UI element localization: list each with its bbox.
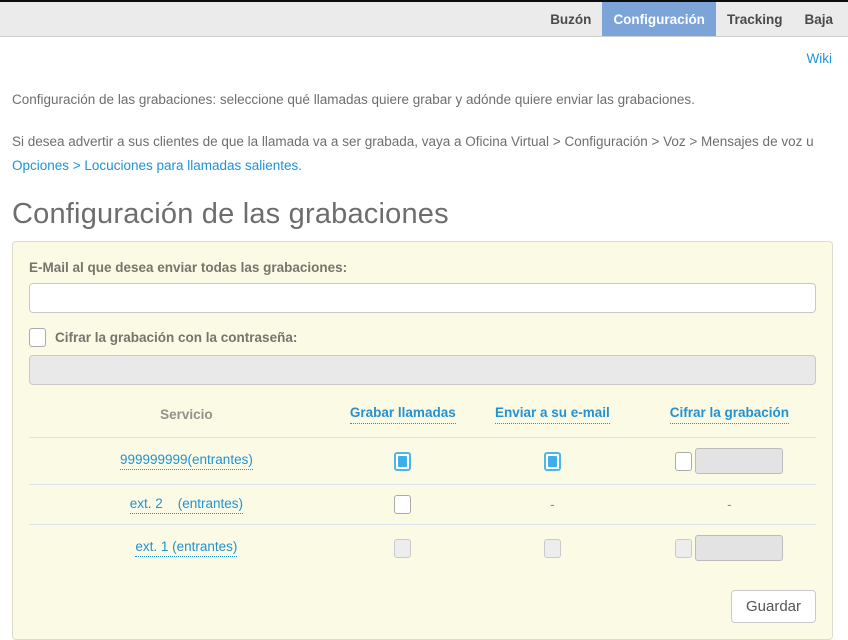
encrypt-password-input-row1: [695, 448, 783, 474]
header-grabar-llamadas[interactable]: Grabar llamadas: [344, 405, 462, 424]
record-checkbox-row3: [394, 539, 411, 558]
header-grabar-llamadas-label: Grabar llamadas: [350, 405, 456, 424]
encrypt-checkbox[interactable]: [29, 328, 46, 347]
password-input: [29, 355, 816, 385]
service-link-ext2[interactable]: ext. 2 (entrantes): [130, 496, 243, 514]
encrypt-dash-row2: -: [727, 497, 732, 512]
email-label: E-Mail al que desea enviar todas las gra…: [29, 260, 816, 275]
save-button[interactable]: Guardar: [731, 590, 816, 623]
send-email-dash-row2: -: [550, 497, 555, 512]
send-email-checkbox-row3: [544, 539, 561, 558]
checkbox-fill: [548, 456, 557, 467]
save-row: Guardar: [29, 590, 816, 623]
top-navigation-bar: Buzón Configuración Tracking Baja: [0, 0, 848, 37]
table-row: ext. 2 (entrantes) - -: [29, 484, 816, 524]
encrypt-password-input-row3: [695, 535, 783, 561]
record-checkbox-row2[interactable]: [394, 495, 411, 514]
main-content: Configuración de las grabaciones: selecc…: [0, 91, 848, 640]
tab-baja[interactable]: Baja: [793, 2, 844, 36]
header-cifrar-grabacion-label: Cifrar la grabación: [670, 405, 789, 424]
locuciones-link[interactable]: Opciones > Locuciones para llamadas sali…: [12, 158, 302, 173]
header-servicio: Servicio: [29, 407, 344, 422]
wiki-link[interactable]: Wiki: [807, 51, 833, 66]
service-link-999999999[interactable]: 999999999(entrantes): [120, 452, 253, 470]
table-row: ext. 1 (entrantes): [29, 524, 816, 571]
wiki-row: Wiki: [0, 37, 848, 68]
send-email-checkbox-row1[interactable]: [544, 452, 561, 471]
encrypt-label: Cifrar la grabación con la contraseña:: [55, 330, 297, 345]
service-link-ext1[interactable]: ext. 1 (entrantes): [135, 539, 237, 557]
header-cifrar-grabacion[interactable]: Cifrar la grabación: [643, 405, 816, 424]
intro-paragraph-2-text: Si desea advertir a sus clientes de que …: [12, 134, 814, 149]
email-input[interactable]: [29, 283, 816, 313]
encrypt-row: Cifrar la grabación con la contraseña:: [29, 328, 816, 347]
encrypt-checkbox-row3: [675, 539, 692, 558]
record-checkbox-row1[interactable]: [394, 452, 411, 471]
intro-paragraph-1: Configuración de las grabaciones: selecc…: [12, 91, 833, 110]
header-enviar-email[interactable]: Enviar a su e-mail: [462, 405, 643, 424]
header-enviar-email-label: Enviar a su e-mail: [495, 405, 610, 424]
tab-configuracion[interactable]: Configuración: [602, 2, 716, 36]
table-row: 999999999(entrantes): [29, 437, 816, 484]
tab-buzon[interactable]: Buzón: [539, 2, 602, 36]
services-table-header: Servicio Grabar llamadas Enviar a su e-m…: [29, 405, 816, 437]
encrypt-checkbox-row1[interactable]: [675, 452, 692, 471]
intro-paragraph-2: Si desea advertir a sus clientes de que …: [12, 130, 833, 177]
tab-tracking[interactable]: Tracking: [716, 2, 794, 36]
recordings-settings-panel: E-Mail al que desea enviar todas las gra…: [12, 241, 833, 640]
checkbox-fill: [398, 456, 407, 467]
page-title: Configuración de las grabaciones: [12, 198, 833, 231]
